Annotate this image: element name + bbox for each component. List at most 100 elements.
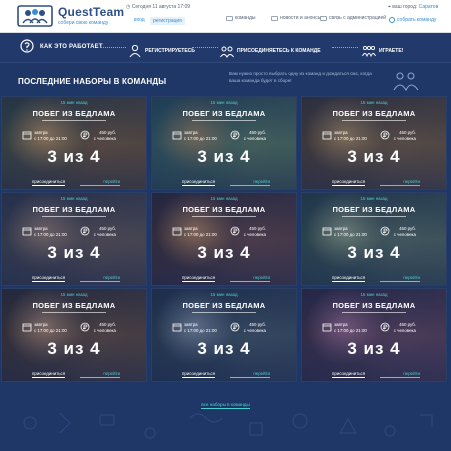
card-posted-time: 15 мин назад: [60, 100, 88, 105]
ruble-icon: [230, 322, 240, 332]
join-button[interactable]: присоединиться: [182, 179, 216, 186]
open-button[interactable]: перейти: [380, 179, 420, 186]
brand-tagline: собери свою команду: [58, 20, 109, 26]
join-button[interactable]: присоединиться: [182, 275, 216, 282]
step-join: ПРИСОЕДИНЯЕТЕСЬ К КОМАНДЕ: [220, 44, 321, 58]
clock-icon: ◷: [126, 4, 131, 10]
card-when: завтра с 17:00 до 21:00: [334, 130, 367, 142]
ruble-icon: [230, 226, 240, 236]
recruit-title: ПОСЛЕДНИЕ НАБОРЫ В КОМАНДЫ: [18, 77, 167, 86]
card-slots-count: 3 из 4: [197, 147, 251, 166]
open-button[interactable]: перейти: [80, 179, 120, 186]
nav-teams[interactable]: команды: [226, 15, 256, 21]
step-join-label: ПРИСОЕДИНЯЕТЕСЬ К КОМАНДЕ: [237, 48, 321, 54]
contact-icon: [320, 15, 327, 21]
open-button[interactable]: перейти: [230, 179, 270, 186]
card-title: ПОБЕГ ИЗ БЕДЛАМА: [182, 205, 266, 214]
card-time: с 17:00 до 21:00: [34, 231, 67, 237]
card-slots-count: 3 из 4: [347, 243, 401, 262]
card-divider: [42, 216, 106, 217]
city-selector[interactable]: ⌖ ваш город: Саратов: [388, 4, 438, 10]
join-button[interactable]: присоединиться: [182, 371, 216, 378]
recruit-card[interactable]: 15 мин назад ПОБЕГ ИЗ БЕДЛАМА завтра с 17:0…: [1, 192, 147, 286]
card-time: с 17:00 до 21:00: [184, 231, 217, 237]
recruit-card[interactable]: 15 мин назад ПОБЕГ ИЗ БЕДЛАМА завтра с 17:0…: [151, 288, 297, 382]
logo-icon[interactable]: [16, 4, 54, 28]
nav-teams-label: команды: [235, 15, 256, 21]
card-slots-count: 3 из 4: [347, 147, 401, 166]
card-posted-time: 15 мин назад: [60, 196, 88, 201]
card-price-per: с человека: [243, 135, 266, 141]
nav-news-label: новости и анонсы: [280, 15, 322, 21]
nav-news[interactable]: новости и анонсы: [271, 15, 321, 21]
card-title: ПОБЕГ ИЗ БЕДЛАМА: [332, 301, 416, 310]
card-price: 450 руб. с человека: [94, 322, 116, 334]
calendar-icon: [22, 227, 32, 236]
card-divider: [192, 312, 256, 313]
card-title: ПОБЕГ ИЗ БЕДЛАМА: [332, 205, 416, 214]
open-button[interactable]: перейти: [380, 275, 420, 282]
recruit-card[interactable]: 15 мин назад ПОБЕГ ИЗ БЕДЛАМА завтра с 17:0…: [301, 288, 447, 382]
group-icon: [220, 46, 234, 58]
open-button[interactable]: перейти: [230, 275, 270, 282]
card-price-per: с человека: [243, 327, 266, 333]
calendar-icon: [172, 323, 182, 332]
recruit-card[interactable]: 15 мин назад ПОБЕГ ИЗ БЕДЛАМА завтра с 17:0…: [1, 96, 147, 190]
card-title: ПОБЕГ ИЗ БЕДЛАМА: [182, 109, 266, 118]
login-link[interactable]: вход: [134, 17, 145, 23]
recruit-card[interactable]: 15 мин назад ПОБЕГ ИЗ БЕДЛАМА завтра с 17:0…: [1, 288, 147, 382]
card-price: 450 руб. с человека: [244, 322, 266, 334]
calendar-icon: [172, 131, 182, 140]
card-slots-count: 3 из 4: [347, 339, 401, 358]
card-time: с 17:00 до 21:00: [334, 231, 367, 237]
card-slots-count: 3 из 4: [47, 243, 101, 262]
card-when: завтра с 17:00 до 21:00: [34, 226, 67, 238]
nav-contact[interactable]: связь с администрацией: [320, 15, 386, 21]
current-date-text: Сегодня 11 августа 17:09: [131, 4, 191, 10]
card-when: завтра с 17:00 до 21:00: [34, 322, 67, 334]
join-button[interactable]: присоединиться: [332, 179, 366, 186]
brand[interactable]: QuestTeam собери свою команду: [58, 5, 124, 26]
recruit-card[interactable]: 15 мин назад ПОБЕГ ИЗ БЕДЛАМА завтра с 17:0…: [301, 96, 447, 190]
card-divider: [192, 216, 256, 217]
card-price-per: с человека: [93, 135, 116, 141]
card-price: 450 руб. с человека: [244, 226, 266, 238]
open-button[interactable]: перейти: [380, 371, 420, 378]
ruble-icon: [380, 130, 390, 140]
how-title: КАК ЭТО РАБОТАЕТ: [40, 44, 103, 50]
card-when: завтра с 17:00 до 21:00: [184, 226, 217, 238]
divider-dots: [192, 47, 218, 49]
open-button[interactable]: перейти: [80, 371, 120, 378]
register-link[interactable]: регистрация: [150, 17, 185, 25]
recruit-card[interactable]: 15 мин назад ПОБЕГ ИЗ БЕДЛАМА завтра с 17:0…: [151, 192, 297, 286]
card-posted-time: 15 мин назад: [360, 100, 388, 105]
join-button[interactable]: присоединиться: [32, 371, 66, 378]
card-when: завтра с 17:00 до 21:00: [334, 322, 367, 334]
join-button[interactable]: присоединиться: [32, 275, 66, 282]
recruit-card[interactable]: 15 мин назад ПОБЕГ ИЗ БЕДЛАМА завтра с 17:0…: [151, 96, 297, 190]
ruble-icon: [80, 322, 90, 332]
card-price-per: с человека: [93, 231, 116, 237]
recruit-card[interactable]: 15 мин назад ПОБЕГ ИЗ БЕДЛАМА завтра с 17:0…: [301, 192, 447, 286]
open-button[interactable]: перейти: [230, 371, 270, 378]
top-header: QuestTeam собери свою команду ◷ Сегодня …: [0, 0, 451, 33]
step-play: ИГРАЕТЕ!: [362, 44, 403, 58]
card-slots-count: 3 из 4: [197, 339, 251, 358]
people-illustration-icon: [393, 72, 419, 92]
step-play-label: ИГРАЕТЕ!: [379, 48, 404, 54]
calendar-icon: [22, 323, 32, 332]
card-time: с 17:00 до 21:00: [184, 135, 217, 141]
open-button[interactable]: перейти: [80, 275, 120, 282]
join-button[interactable]: присоединиться: [332, 275, 366, 282]
card-when: завтра с 17:00 до 21:00: [184, 322, 217, 334]
join-button[interactable]: присоединиться: [32, 179, 66, 186]
join-button[interactable]: присоединиться: [332, 371, 366, 378]
collect-team-button[interactable]: собрать команду: [389, 17, 436, 23]
card-divider: [342, 312, 406, 313]
card-divider: [342, 216, 406, 217]
card-time: с 17:00 до 21:00: [184, 327, 217, 333]
card-price: 450 руб. с человека: [244, 130, 266, 142]
card-price-per: с человека: [93, 327, 116, 333]
card-posted-time: 15 мин назад: [360, 196, 388, 201]
card-price: 450 руб. с человека: [94, 226, 116, 238]
